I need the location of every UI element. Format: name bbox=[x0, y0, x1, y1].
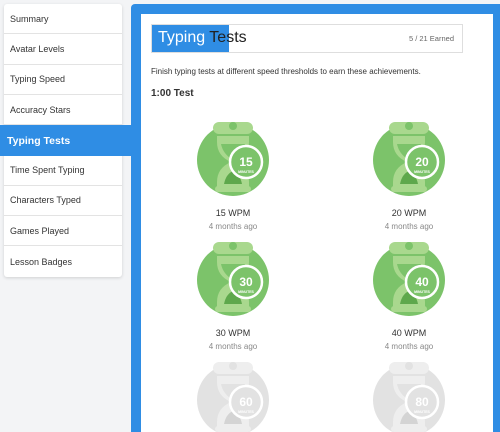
badge-earned-time: 4 months ago bbox=[384, 222, 434, 231]
badge-wpm: 40 WPM bbox=[391, 328, 427, 338]
section-title: 1:00 Test bbox=[151, 88, 194, 99]
hourglass-badge-icon: 30MINUTES bbox=[197, 242, 269, 316]
achievement-badge[interactable]: 60 MINUTES bbox=[188, 356, 278, 432]
achievement-badge[interactable]: 15 MINUTES 15 WPM 4 months ago bbox=[188, 116, 278, 231]
badge-wpm: 30 WPM bbox=[215, 328, 251, 338]
sidebar-item-label: Characters Typed bbox=[10, 195, 81, 206]
sidebar-item-label: Accuracy Stars bbox=[10, 104, 71, 115]
achievement-badge[interactable]: 20 MINUTES 20 WPM 4 months ago bbox=[364, 116, 454, 231]
achievement-badge[interactable]: 80 MINUTES bbox=[364, 356, 454, 432]
sidebar-item-lesson-badges[interactable]: Lesson Badges bbox=[4, 246, 122, 276]
hourglass-badge-icon: 80MINUTES bbox=[373, 362, 445, 432]
achievement-badge[interactable]: 30 MINUTES 30 WPM 4 months ago bbox=[188, 236, 278, 351]
badge-unit: MINUTES bbox=[414, 410, 430, 414]
badge-unit: MINUTES bbox=[414, 290, 430, 294]
section-description: Finish typing tests at different speed t… bbox=[151, 67, 421, 76]
page-title: Typing Tests bbox=[158, 29, 247, 46]
badge-earned-time: 4 months ago bbox=[208, 342, 258, 351]
badge-earned-time: 4 months ago bbox=[208, 222, 258, 231]
sidebar-item-time-spent-typing[interactable]: Time Spent Typing bbox=[4, 155, 122, 186]
badge-unit: MINUTES bbox=[238, 170, 254, 174]
title-bar: Typing Tests 5 / 21 Earned bbox=[151, 24, 463, 53]
sidebar-item-typing-speed[interactable]: Typing Speed bbox=[4, 65, 122, 95]
sidebar-item-label: Lesson Badges bbox=[10, 256, 73, 267]
hourglass-badge-icon: 60MINUTES bbox=[197, 362, 269, 432]
hourglass-badge-icon: 40MINUTES bbox=[373, 242, 445, 316]
sidebar-item-accuracy-stars[interactable]: Accuracy Stars bbox=[4, 95, 122, 126]
sidebar-item-label: Typing Tests bbox=[7, 134, 71, 147]
sidebar-item-characters-typed[interactable]: Characters Typed bbox=[4, 186, 122, 217]
badge-earned-time: 4 months ago bbox=[384, 342, 434, 351]
sidebar-item-label: Avatar Levels bbox=[10, 43, 65, 54]
hourglass-badge-icon: 20MINUTES bbox=[373, 122, 445, 196]
badge-unit: MINUTES bbox=[238, 290, 254, 294]
badge-number: 60 bbox=[239, 395, 253, 409]
sidebar-item-label: Time Spent Typing bbox=[10, 165, 85, 176]
sidebar-item-typing-tests[interactable]: Typing Tests bbox=[0, 125, 134, 156]
badge-unit: MINUTES bbox=[238, 410, 254, 414]
sidebar-item-label: Typing Speed bbox=[10, 74, 66, 85]
sidebar-item-summary[interactable]: Summary bbox=[4, 4, 122, 35]
badge-wpm: 15 WPM bbox=[215, 208, 251, 218]
sidebar-item-avatar-levels[interactable]: Avatar Levels bbox=[4, 34, 122, 65]
badge-number: 80 bbox=[415, 395, 429, 409]
badge-unit: MINUTES bbox=[414, 170, 430, 174]
badge-number: 40 bbox=[415, 275, 429, 289]
achievement-badge[interactable]: 40 MINUTES 40 WPM 4 months ago bbox=[364, 236, 454, 351]
badge-number: 15 bbox=[239, 155, 253, 169]
sidebar-item-label: Summary bbox=[10, 13, 49, 24]
badge-wpm: 20 WPM bbox=[391, 208, 427, 218]
badge-number: 20 bbox=[415, 155, 429, 169]
hourglass-badge-icon: 15MINUTES bbox=[197, 122, 269, 196]
earned-count: 5 / 21 Earned bbox=[408, 34, 454, 43]
main-content: Typing Tests 5 / 21 Earned Finish typing… bbox=[141, 14, 493, 432]
badge-number: 30 bbox=[239, 275, 253, 289]
sidebar-item-label: Games Played bbox=[10, 225, 70, 236]
sidebar-item-games-played[interactable]: Games Played bbox=[4, 216, 122, 247]
